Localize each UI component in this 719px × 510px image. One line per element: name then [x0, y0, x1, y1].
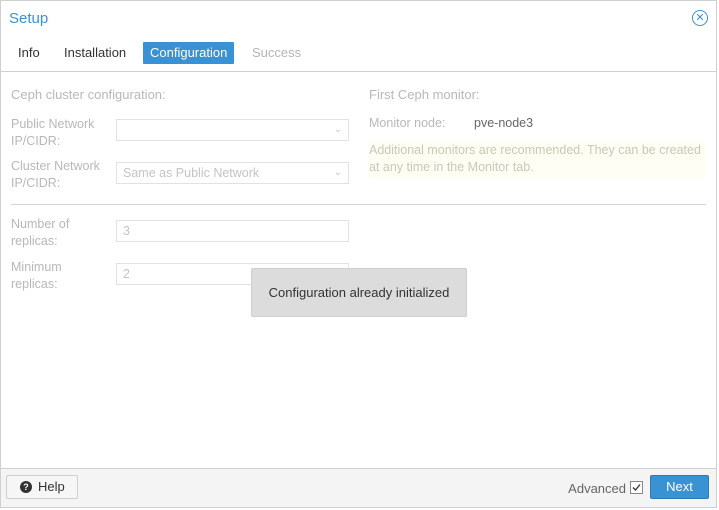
public-network-select[interactable]: ⌄ [116, 119, 349, 141]
tab-configuration[interactable]: Configuration [143, 42, 235, 64]
configuration-panel: Ceph cluster configuration: Public Netwo… [1, 72, 716, 469]
close-icon[interactable]: ✕ [692, 10, 708, 26]
footer-bar: ? Help Advanced Next [1, 468, 716, 507]
tab-installation[interactable]: Installation [57, 42, 133, 64]
replicas-label: Number of replicas: [11, 217, 70, 248]
checkmark-icon [632, 484, 641, 491]
monitor-hint: Additional monitors are recommended. The… [369, 142, 706, 179]
tab-info[interactable]: Info [11, 42, 47, 64]
question-circle-icon: ? [20, 481, 32, 493]
tab-success: Success [252, 45, 302, 60]
cluster-network-select[interactable]: Same as Public Network ⌄ [116, 162, 349, 184]
tab-bar: Info Installation Configuration Success [1, 41, 716, 72]
replicas-value: 3 [123, 224, 130, 238]
title-bar: Setup ✕ [1, 1, 716, 35]
ceph-cluster-heading: Ceph cluster configuration: [11, 87, 166, 102]
advanced-label: Advanced [568, 481, 626, 496]
help-button[interactable]: ? Help [6, 475, 78, 499]
next-button[interactable]: Next [650, 475, 709, 499]
section-divider [11, 204, 706, 205]
cluster-network-value: Same as Public Network [123, 166, 260, 180]
monitor-node-value: pve-node3 [474, 116, 534, 130]
advanced-checkbox[interactable] [630, 481, 643, 494]
min-replicas-value: 2 [123, 267, 130, 281]
setup-window: Setup ✕ Info Installation Configuration … [0, 0, 717, 508]
chevron-down-icon[interactable]: ⌄ [334, 163, 342, 183]
public-network-label: Public Network IP/CIDR: [11, 117, 95, 148]
chevron-down-icon[interactable]: ⌄ [334, 120, 342, 140]
toast-message: Configuration already initialized [251, 268, 467, 317]
first-monitor-heading: First Ceph monitor: [369, 87, 480, 102]
cluster-network-label: Cluster Network IP/CIDR: [11, 159, 100, 190]
window-title: Setup [9, 10, 49, 27]
min-replicas-label: Minimum replicas: [11, 260, 62, 291]
replicas-input[interactable]: 3 [116, 220, 349, 242]
help-label: Help [38, 479, 65, 494]
monitor-node-label: Monitor node: [369, 116, 446, 130]
